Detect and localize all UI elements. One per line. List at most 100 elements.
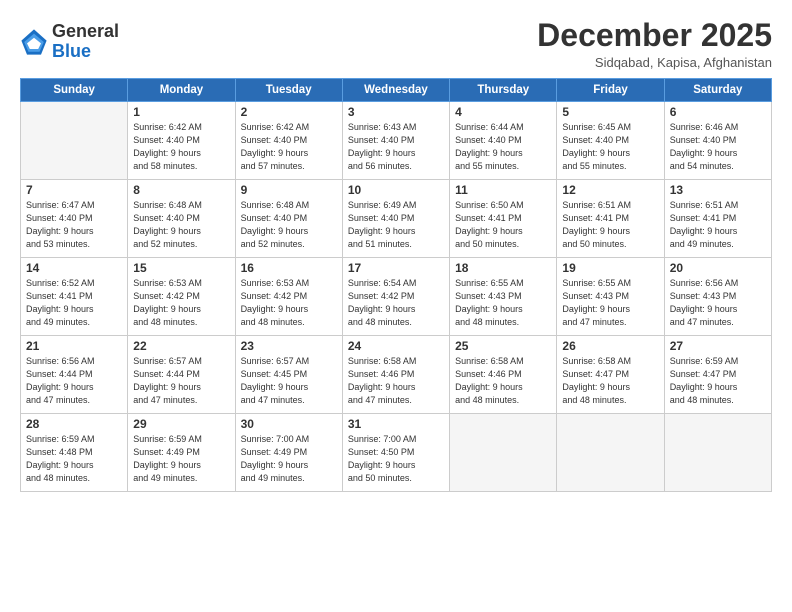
day-info: Sunrise: 6:56 AMSunset: 4:44 PMDaylight:…: [26, 355, 122, 407]
day-info: Sunrise: 6:59 AMSunset: 4:49 PMDaylight:…: [133, 433, 229, 485]
day-number: 10: [348, 183, 444, 197]
month-title: December 2025: [537, 18, 772, 53]
day-info: Sunrise: 6:43 AMSunset: 4:40 PMDaylight:…: [348, 121, 444, 173]
day-info: Sunrise: 6:52 AMSunset: 4:41 PMDaylight:…: [26, 277, 122, 329]
day-cell: 14 Sunrise: 6:52 AMSunset: 4:41 PMDayligh…: [21, 258, 128, 336]
day-cell: 9 Sunrise: 6:48 AMSunset: 4:40 PMDaylight…: [235, 180, 342, 258]
header: General Blue December 2025 Sidqabad, Kap…: [20, 18, 772, 70]
weekday-header-tuesday: Tuesday: [235, 79, 342, 102]
day-number: 22: [133, 339, 229, 353]
day-number: 8: [133, 183, 229, 197]
day-number: 7: [26, 183, 122, 197]
day-info: Sunrise: 6:59 AMSunset: 4:47 PMDaylight:…: [670, 355, 766, 407]
calendar: SundayMondayTuesdayWednesdayThursdayFrid…: [20, 78, 772, 492]
weekday-header-friday: Friday: [557, 79, 664, 102]
logo-icon: [20, 28, 48, 56]
day-number: 31: [348, 417, 444, 431]
day-cell: 24 Sunrise: 6:58 AMSunset: 4:46 PMDayligh…: [342, 336, 449, 414]
day-cell: 5 Sunrise: 6:45 AMSunset: 4:40 PMDaylight…: [557, 102, 664, 180]
day-info: Sunrise: 7:00 AMSunset: 4:50 PMDaylight:…: [348, 433, 444, 485]
day-cell: 10Sunrise: 6:49 AMSunset: 4:40 PMDayligh…: [342, 180, 449, 258]
day-info: Sunrise: 6:53 AMSunset: 4:42 PMDaylight:…: [241, 277, 337, 329]
day-info: Sunrise: 6:50 AMSunset: 4:41 PMDaylight:…: [455, 199, 551, 251]
day-cell: [664, 414, 771, 492]
day-number: 5: [562, 105, 658, 119]
day-cell: 23Sunrise: 6:57 AMSunset: 4:45 PMDayligh…: [235, 336, 342, 414]
day-number: 16: [241, 261, 337, 275]
weekday-header-row: SundayMondayTuesdayWednesdayThursdayFrid…: [21, 79, 772, 102]
day-number: 17: [348, 261, 444, 275]
weekday-header-sunday: Sunday: [21, 79, 128, 102]
day-cell: 13 Sunrise: 6:51 AMSunset: 4:41 PMDayligh…: [664, 180, 771, 258]
day-cell: 31 Sunrise: 7:00 AMSunset: 4:50 PMDayligh…: [342, 414, 449, 492]
day-number: 26: [562, 339, 658, 353]
day-info: Sunrise: 6:55 AMSunset: 4:43 PMDaylight:…: [562, 277, 658, 329]
day-cell: 18Sunrise: 6:55 AMSunset: 4:43 PMDayligh…: [450, 258, 557, 336]
day-cell: 4Sunrise: 6:44 AMSunset: 4:40 PMDaylight…: [450, 102, 557, 180]
day-info: Sunrise: 6:47 AMSunset: 4:40 PMDaylight:…: [26, 199, 122, 251]
day-cell: 17 Sunrise: 6:54 AMSunset: 4:42 PMDayligh…: [342, 258, 449, 336]
day-number: 20: [670, 261, 766, 275]
logo: General Blue: [20, 22, 119, 62]
day-number: 21: [26, 339, 122, 353]
day-cell: 7 Sunrise: 6:47 AMSunset: 4:40 PMDaylight…: [21, 180, 128, 258]
day-cell: 2Sunrise: 6:42 AMSunset: 4:40 PMDaylight…: [235, 102, 342, 180]
day-number: 6: [670, 105, 766, 119]
week-row-4: 21 Sunrise: 6:56 AMSunset: 4:44 PMDayligh…: [21, 336, 772, 414]
day-cell: 27Sunrise: 6:59 AMSunset: 4:47 PMDayligh…: [664, 336, 771, 414]
day-info: Sunrise: 6:58 AMSunset: 4:46 PMDaylight:…: [348, 355, 444, 407]
day-info: Sunrise: 6:45 AMSunset: 4:40 PMDaylight:…: [562, 121, 658, 173]
week-row-2: 7 Sunrise: 6:47 AMSunset: 4:40 PMDaylight…: [21, 180, 772, 258]
day-number: 11: [455, 183, 551, 197]
day-number: 30: [241, 417, 337, 431]
page: General Blue December 2025 Sidqabad, Kap…: [0, 0, 792, 612]
day-number: 29: [133, 417, 229, 431]
day-number: 24: [348, 339, 444, 353]
day-cell: 29 Sunrise: 6:59 AMSunset: 4:49 PMDayligh…: [128, 414, 235, 492]
day-info: Sunrise: 6:48 AMSunset: 4:40 PMDaylight:…: [133, 199, 229, 251]
day-info: Sunrise: 6:57 AMSunset: 4:45 PMDaylight:…: [241, 355, 337, 407]
day-info: Sunrise: 6:44 AMSunset: 4:40 PMDaylight:…: [455, 121, 551, 173]
day-cell: 21 Sunrise: 6:56 AMSunset: 4:44 PMDayligh…: [21, 336, 128, 414]
day-number: 28: [26, 417, 122, 431]
day-number: 12: [562, 183, 658, 197]
day-number: 13: [670, 183, 766, 197]
day-number: 3: [348, 105, 444, 119]
location: Sidqabad, Kapisa, Afghanistan: [537, 55, 772, 70]
day-info: Sunrise: 6:58 AMSunset: 4:46 PMDaylight:…: [455, 355, 551, 407]
day-cell: 28Sunrise: 6:59 AMSunset: 4:48 PMDayligh…: [21, 414, 128, 492]
day-cell: 22 Sunrise: 6:57 AMSunset: 4:44 PMDayligh…: [128, 336, 235, 414]
day-info: Sunrise: 6:55 AMSunset: 4:43 PMDaylight:…: [455, 277, 551, 329]
day-info: Sunrise: 6:53 AMSunset: 4:42 PMDaylight:…: [133, 277, 229, 329]
day-info: Sunrise: 6:42 AMSunset: 4:40 PMDaylight:…: [133, 121, 229, 173]
day-cell: 16 Sunrise: 6:53 AMSunset: 4:42 PMDayligh…: [235, 258, 342, 336]
day-cell: 12Sunrise: 6:51 AMSunset: 4:41 PMDayligh…: [557, 180, 664, 258]
day-number: 9: [241, 183, 337, 197]
day-info: Sunrise: 6:48 AMSunset: 4:40 PMDaylight:…: [241, 199, 337, 251]
weekday-header-monday: Monday: [128, 79, 235, 102]
day-cell: [21, 102, 128, 180]
weekday-header-saturday: Saturday: [664, 79, 771, 102]
week-row-3: 14 Sunrise: 6:52 AMSunset: 4:41 PMDayligh…: [21, 258, 772, 336]
day-number: 14: [26, 261, 122, 275]
day-info: Sunrise: 6:51 AMSunset: 4:41 PMDaylight:…: [670, 199, 766, 251]
week-row-1: 1Sunrise: 6:42 AMSunset: 4:40 PMDaylight…: [21, 102, 772, 180]
day-info: Sunrise: 6:56 AMSunset: 4:43 PMDaylight:…: [670, 277, 766, 329]
title-block: December 2025 Sidqabad, Kapisa, Afghanis…: [537, 18, 772, 70]
day-cell: 20 Sunrise: 6:56 AMSunset: 4:43 PMDayligh…: [664, 258, 771, 336]
day-cell: 3 Sunrise: 6:43 AMSunset: 4:40 PMDaylight…: [342, 102, 449, 180]
day-cell: 30 Sunrise: 7:00 AMSunset: 4:49 PMDayligh…: [235, 414, 342, 492]
day-cell: 1Sunrise: 6:42 AMSunset: 4:40 PMDaylight…: [128, 102, 235, 180]
day-cell: 11 Sunrise: 6:50 AMSunset: 4:41 PMDayligh…: [450, 180, 557, 258]
day-info: Sunrise: 6:54 AMSunset: 4:42 PMDaylight:…: [348, 277, 444, 329]
weekday-header-thursday: Thursday: [450, 79, 557, 102]
logo-text: General Blue: [52, 22, 119, 62]
day-info: Sunrise: 7:00 AMSunset: 4:49 PMDaylight:…: [241, 433, 337, 485]
day-cell: 8 Sunrise: 6:48 AMSunset: 4:40 PMDaylight…: [128, 180, 235, 258]
day-info: Sunrise: 6:58 AMSunset: 4:47 PMDaylight:…: [562, 355, 658, 407]
day-cell: 26 Sunrise: 6:58 AMSunset: 4:47 PMDayligh…: [557, 336, 664, 414]
day-info: Sunrise: 6:57 AMSunset: 4:44 PMDaylight:…: [133, 355, 229, 407]
day-cell: [557, 414, 664, 492]
day-cell: 15Sunrise: 6:53 AMSunset: 4:42 PMDayligh…: [128, 258, 235, 336]
day-number: 25: [455, 339, 551, 353]
